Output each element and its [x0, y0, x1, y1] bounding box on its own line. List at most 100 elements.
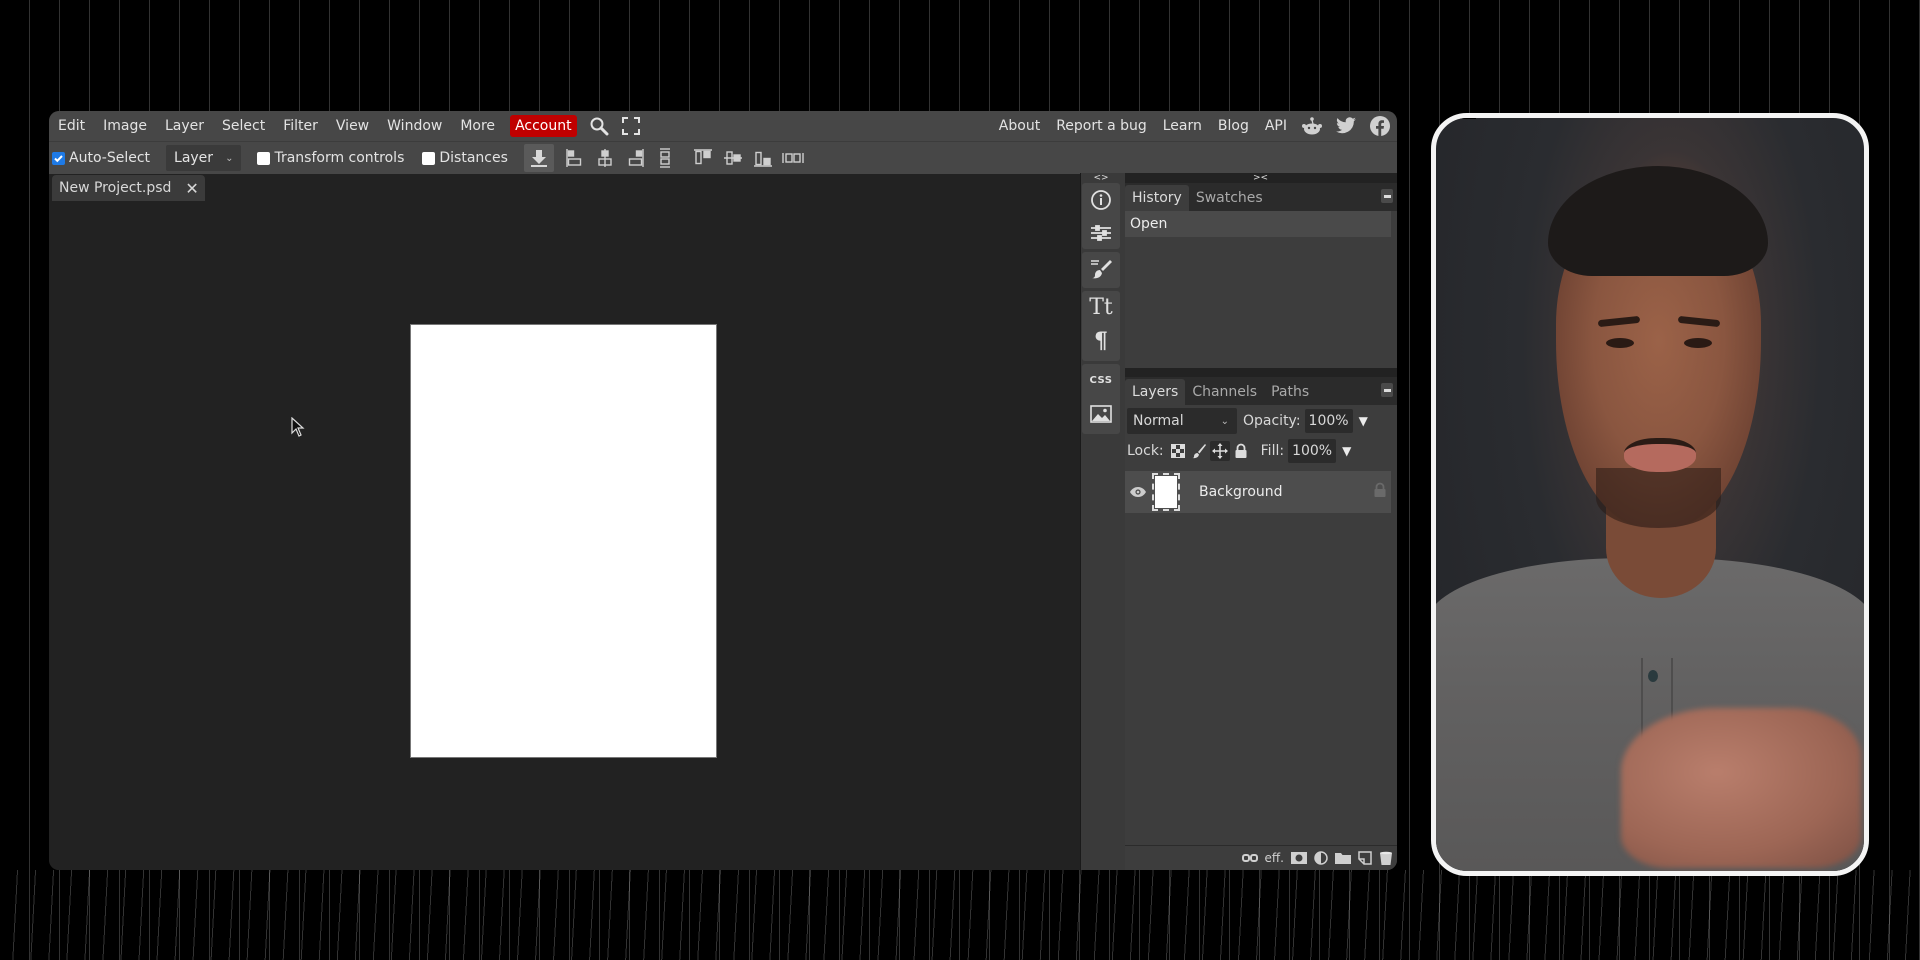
effects-icon[interactable]: eff.	[1265, 851, 1284, 865]
fill-slider-toggle-icon[interactable]: ▼	[1342, 444, 1351, 458]
transform-controls-checkbox[interactable]: Transform controls	[257, 150, 404, 166]
layer-thumbnail	[1152, 473, 1180, 511]
reddit-icon[interactable]	[1295, 111, 1329, 141]
link-about[interactable]: About	[991, 111, 1048, 141]
eye-icon[interactable]	[1125, 486, 1151, 498]
menu-filter[interactable]: Filter	[274, 111, 327, 141]
distances-checkbox[interactable]: Distances	[422, 150, 508, 166]
menu-view[interactable]: View	[327, 111, 378, 141]
collapse-toggle[interactable]: <>	[1081, 173, 1121, 183]
canvas-workspace[interactable]	[49, 202, 1079, 870]
menu-edit[interactable]: Edit	[49, 111, 94, 141]
distances-label: Distances	[439, 150, 508, 166]
side-group-4: CSS	[1082, 364, 1120, 434]
paragraph-icon[interactable]: ¶	[1082, 324, 1120, 357]
collapse-panels-toggle[interactable]: ><	[1253, 173, 1268, 183]
presenter-hair	[1548, 166, 1768, 276]
align-bottom-icon[interactable]	[748, 144, 778, 172]
new-layer-icon[interactable]	[1358, 851, 1372, 865]
presenter-beard	[1596, 468, 1721, 528]
checkbox-checked[interactable]	[52, 151, 65, 165]
layer-row[interactable]: Background	[1125, 471, 1391, 513]
adjustment-layer-icon[interactable]	[1314, 851, 1328, 865]
dropdown-value: Layer	[174, 150, 214, 166]
lock-all-icon[interactable]	[1231, 441, 1251, 461]
character-icon[interactable]: Tt	[1082, 291, 1120, 324]
side-group-2	[1082, 252, 1120, 288]
menu-window[interactable]: Window	[378, 111, 451, 141]
document-canvas[interactable]	[410, 324, 717, 758]
fill-input[interactable]: 100%	[1288, 439, 1337, 463]
brush-settings-icon[interactable]	[1082, 252, 1120, 285]
auto-select-label: Auto-Select	[69, 150, 151, 166]
layers-panel-tabs: Layers Channels Paths	[1125, 377, 1397, 405]
tab-history[interactable]: History	[1125, 185, 1189, 211]
presenter-hand	[1621, 708, 1861, 868]
info-icon[interactable]	[1082, 183, 1120, 216]
menu-more[interactable]: More	[451, 111, 504, 141]
layer-lock-icon[interactable]	[1373, 482, 1387, 502]
facebook-icon[interactable]	[1363, 111, 1397, 141]
close-icon[interactable]: ✕	[185, 179, 198, 198]
image-icon[interactable]	[1082, 397, 1120, 430]
history-panel: History Swatches Open	[1125, 183, 1397, 368]
photo-editor-window: Edit Image Layer Select Filter View Wind…	[49, 111, 1397, 870]
lock-row: Lock: Fill: 100% ▼	[1125, 437, 1397, 465]
search-icon[interactable]	[583, 111, 615, 141]
side-icon-column: <> Tt ¶ CSS	[1080, 173, 1125, 870]
right-panels: >< History Swatches Open Layers Channels…	[1125, 173, 1397, 870]
lock-pixels-icon[interactable]	[1189, 441, 1209, 461]
tab-channels[interactable]: Channels	[1185, 379, 1264, 405]
distribute-vertical-icon[interactable]	[650, 144, 680, 172]
link-learn[interactable]: Learn	[1155, 111, 1210, 141]
side-group-3: Tt ¶	[1082, 291, 1120, 361]
lock-transparency-icon[interactable]	[1168, 441, 1188, 461]
align-left-icon[interactable]	[560, 144, 590, 172]
align-middle-vertical-icon[interactable]	[718, 144, 748, 172]
link-icon[interactable]	[1241, 853, 1258, 863]
tab-paths[interactable]: Paths	[1264, 379, 1316, 405]
opacity-slider-toggle-icon[interactable]: ▼	[1359, 414, 1368, 428]
tool-options-bar: Auto-Select Layer ⌄ Transform controls D…	[49, 141, 1397, 174]
distribute-horizontal-icon[interactable]	[778, 144, 808, 172]
download-icon[interactable]	[523, 144, 554, 172]
link-blog[interactable]: Blog	[1210, 111, 1257, 141]
history-item[interactable]: Open	[1125, 211, 1391, 237]
menu-account[interactable]: Account	[510, 115, 577, 137]
link-api[interactable]: API	[1257, 111, 1295, 141]
auto-select-checkbox[interactable]: Auto-Select	[52, 150, 150, 166]
twitter-icon[interactable]	[1329, 111, 1363, 141]
folder-icon[interactable]	[1335, 852, 1351, 864]
css-icon[interactable]: CSS	[1082, 364, 1120, 397]
opacity-input[interactable]: 100%	[1304, 409, 1353, 433]
panel-menu-button[interactable]	[1381, 383, 1393, 397]
delete-icon[interactable]	[1379, 851, 1393, 865]
document-tab[interactable]: New Project.psd ✕	[52, 175, 205, 201]
tab-swatches[interactable]: Swatches	[1189, 185, 1270, 211]
presenter-eye	[1606, 338, 1634, 348]
tab-layers[interactable]: Layers	[1125, 379, 1186, 405]
menu-select[interactable]: Select	[213, 111, 274, 141]
checkbox-unchecked[interactable]	[422, 151, 436, 165]
chevron-down-icon: ⌄	[225, 152, 234, 164]
adjustments-icon[interactable]	[1082, 216, 1120, 249]
fullscreen-icon[interactable]	[615, 111, 647, 141]
align-top-icon[interactable]	[688, 144, 718, 172]
menu-bar: Edit Image Layer Select Filter View Wind…	[49, 111, 1397, 141]
presenter-mouth	[1624, 438, 1696, 472]
align-right-icon[interactable]	[620, 144, 650, 172]
shirt-button	[1648, 670, 1658, 682]
blend-mode-dropdown[interactable]: Normal ⌄	[1127, 408, 1237, 434]
fill-label: Fill:	[1260, 443, 1285, 459]
panel-menu-button[interactable]	[1381, 189, 1393, 203]
link-report-bug[interactable]: Report a bug	[1048, 111, 1155, 141]
align-center-horizontal-icon[interactable]	[590, 144, 620, 172]
lock-position-icon[interactable]	[1209, 441, 1230, 461]
menu-layer[interactable]: Layer	[156, 111, 213, 141]
chevron-down-icon: ⌄	[1220, 415, 1229, 427]
auto-select-target-dropdown[interactable]: Layer ⌄	[166, 145, 242, 171]
mask-icon[interactable]	[1291, 852, 1307, 864]
checkbox-unchecked[interactable]	[257, 151, 271, 165]
menu-image[interactable]: Image	[94, 111, 156, 141]
history-panel-tabs: History Swatches	[1125, 183, 1397, 211]
